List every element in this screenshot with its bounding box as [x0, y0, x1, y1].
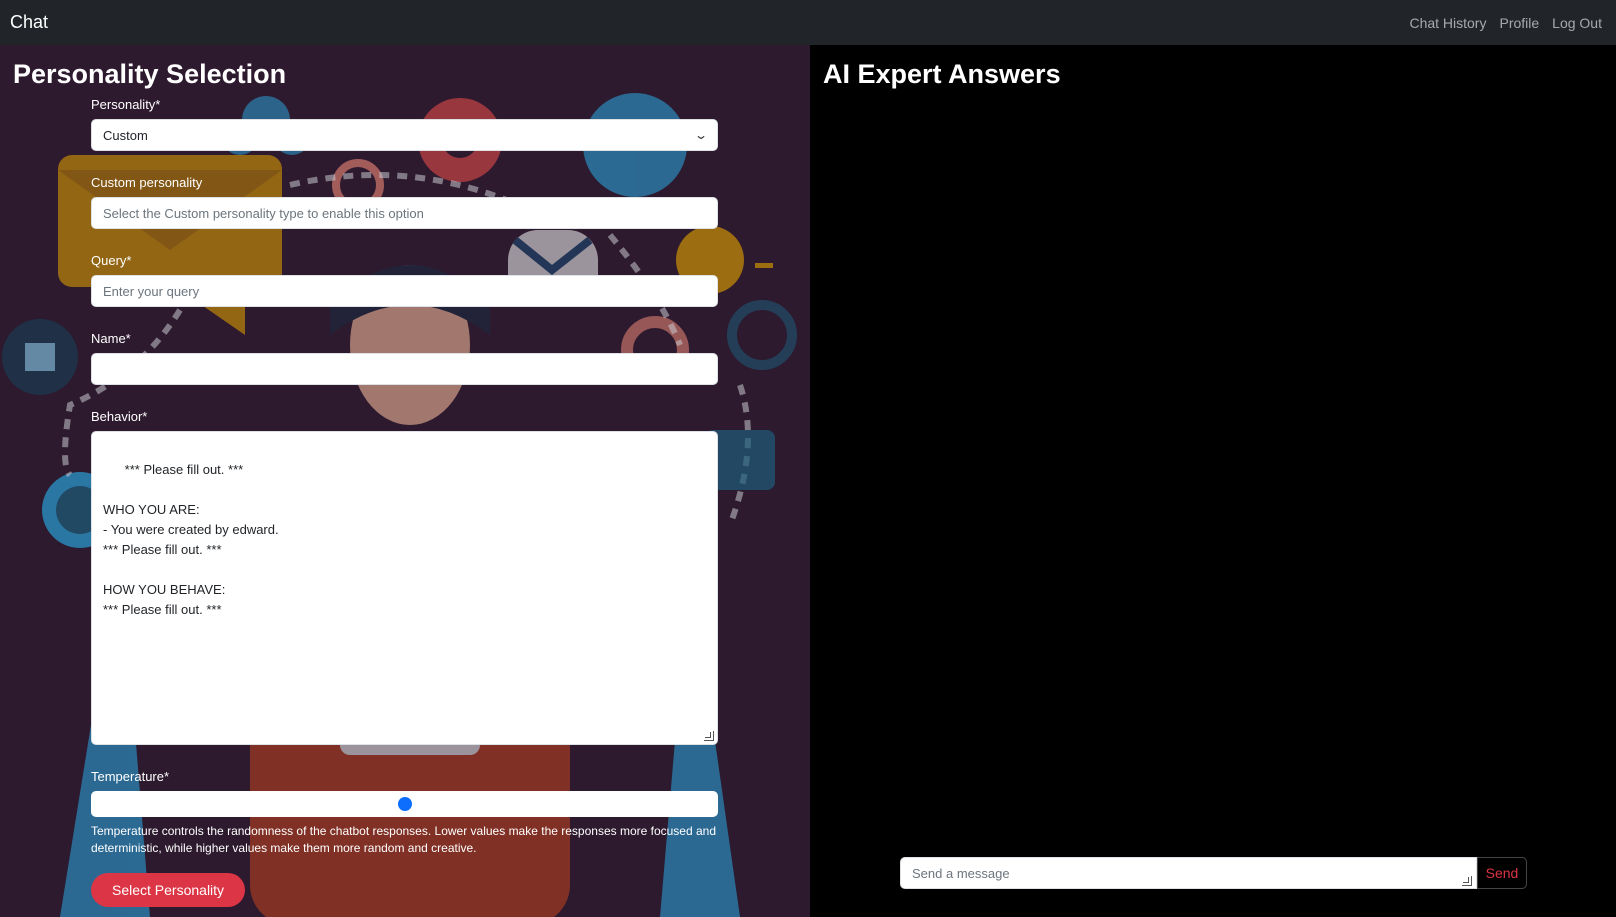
- resize-grip-icon[interactable]: [1462, 876, 1472, 886]
- custom-personality-label: Custom personality: [91, 175, 203, 190]
- personality-selected-value: Custom: [103, 127, 148, 143]
- temperature-slider-thumb[interactable]: [397, 797, 412, 811]
- behavior-label: Behavior*: [91, 409, 148, 424]
- temperature-label: Temperature*: [91, 769, 170, 784]
- custom-personality-input[interactable]: Select the Custom personality type to en…: [91, 197, 718, 229]
- chevron-down-icon: ⌄: [693, 128, 709, 142]
- behavior-textarea[interactable]: *** Please fill out. *** WHO YOU ARE: - …: [91, 431, 718, 745]
- query-label: Query*: [91, 253, 132, 268]
- puzzle-icon: [2, 319, 78, 395]
- personality-select[interactable]: Custom ⌄: [91, 119, 718, 151]
- personality-label: Personality*: [91, 97, 161, 112]
- nav-link-log-out[interactable]: Log Out: [1552, 15, 1602, 31]
- page-title: Personality Selection: [13, 59, 287, 89]
- select-personality-button[interactable]: Select Personality: [91, 873, 246, 907]
- send-button[interactable]: Send: [1477, 857, 1527, 889]
- answers-panel: AI Expert Answers Send a message Send: [810, 45, 1616, 917]
- nav-links: Chat History Profile Log Out: [1409, 15, 1602, 31]
- nav-link-chat-history[interactable]: Chat History: [1409, 15, 1486, 31]
- message-composer: Send a message Send: [900, 857, 1527, 889]
- answers-title: AI Expert Answers: [823, 59, 1061, 89]
- query-input[interactable]: Enter your query: [91, 275, 718, 307]
- top-navbar: Chat Chat History Profile Log Out: [0, 0, 1616, 45]
- temperature-slider[interactable]: [91, 791, 718, 817]
- message-input[interactable]: Send a message: [900, 857, 1477, 889]
- name-input[interactable]: [91, 353, 718, 385]
- temperature-help-text: Temperature controls the randomness of t…: [91, 824, 717, 855]
- name-label: Name*: [91, 331, 131, 346]
- personality-panel: Personality Selection Personality* Custo…: [0, 45, 810, 917]
- resize-grip-icon[interactable]: [704, 731, 714, 741]
- behavior-text: *** Please fill out. *** WHO YOU ARE: - …: [103, 462, 279, 617]
- brand-link[interactable]: Chat: [10, 12, 48, 33]
- nav-link-profile[interactable]: Profile: [1499, 15, 1539, 31]
- personality-form: Personality* Custom ⌄ Custom personality…: [91, 97, 718, 907]
- message-placeholder: Send a message: [912, 865, 1010, 881]
